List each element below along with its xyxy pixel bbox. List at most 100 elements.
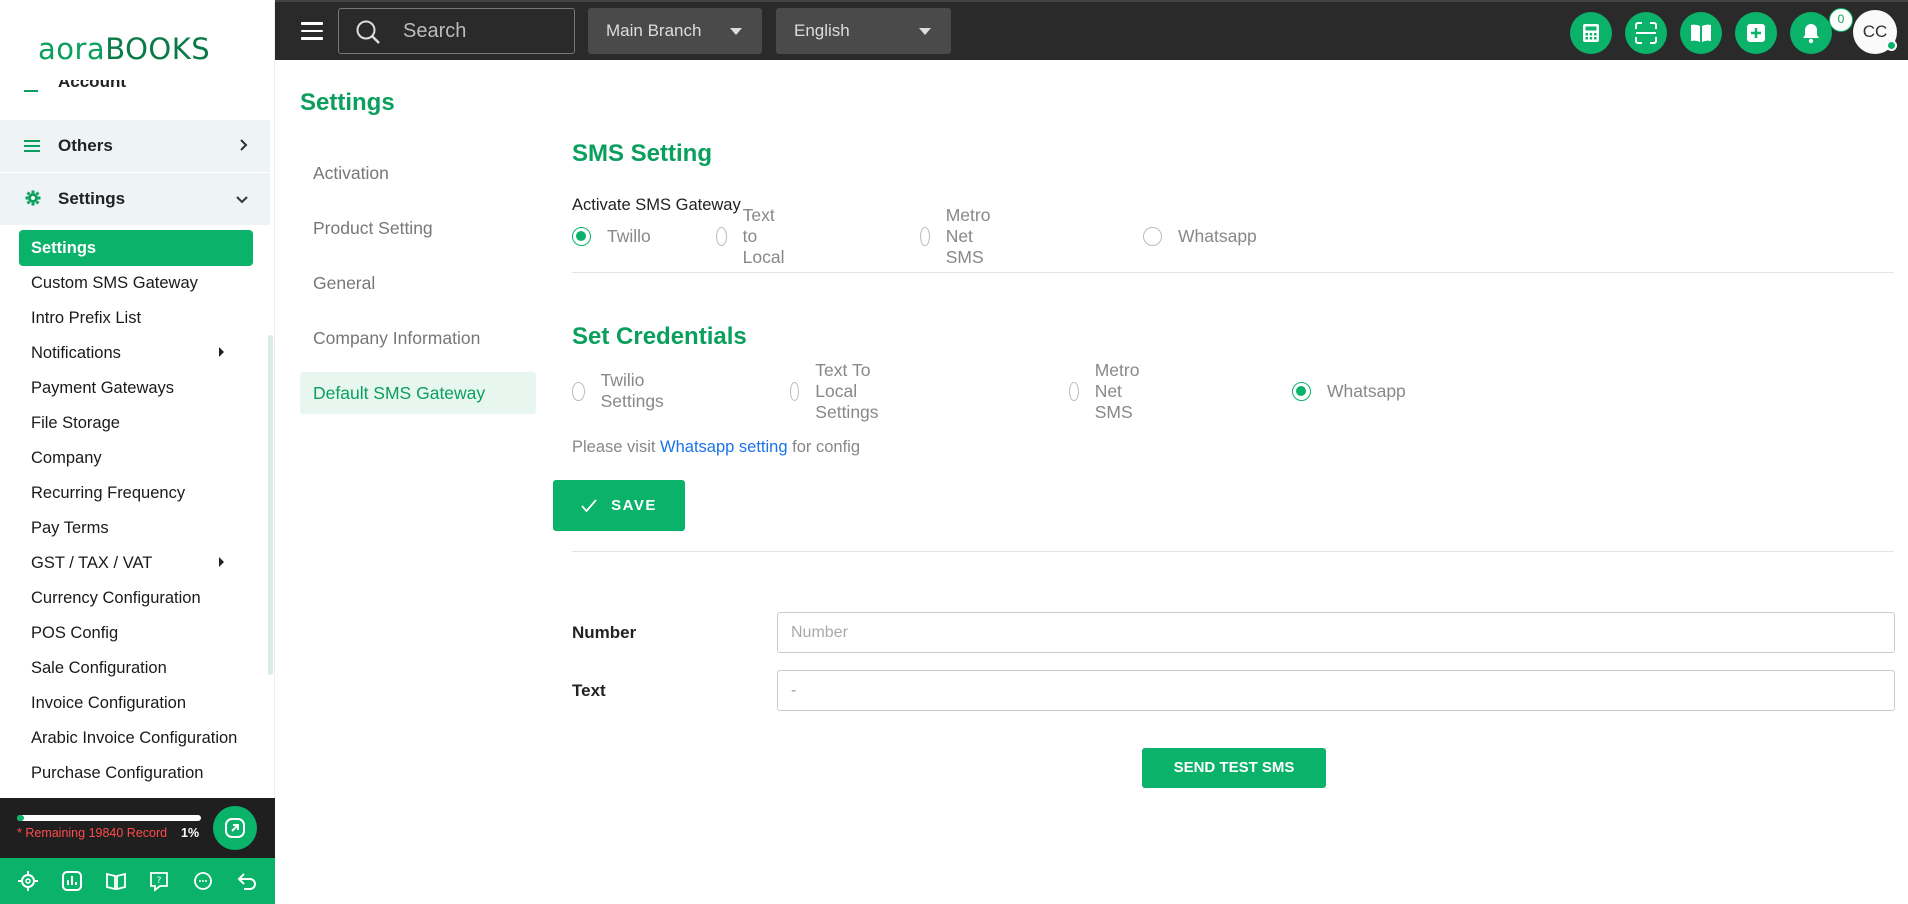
sidebar-item-label: Settings xyxy=(58,189,126,208)
submenu-item-settings[interactable]: Settings xyxy=(19,230,253,266)
sidebar-item-label: Others xyxy=(58,136,113,155)
search-box[interactable] xyxy=(338,8,575,54)
radio-label: Twillo xyxy=(607,225,651,246)
submenu-item-intro-prefix-list[interactable]: Intro Prefix List xyxy=(0,301,270,336)
gear-icon xyxy=(24,190,42,208)
sms-setting-title: SMS Setting xyxy=(572,140,713,167)
plus-square-icon[interactable] xyxy=(1735,12,1777,54)
sidebar: aora BOOKS Account Others Settings Settin… xyxy=(0,0,275,904)
chevron-right-icon xyxy=(218,546,226,581)
submenu-item-gst-tax-vat[interactable]: GST / TAX / VAT xyxy=(0,546,270,581)
section-divider xyxy=(572,551,1894,552)
svg-text:?: ? xyxy=(157,876,162,886)
settings-nav: Activation Product Setting General Compa… xyxy=(300,152,536,427)
radio-circle xyxy=(1143,226,1162,246)
upgrade-button[interactable] xyxy=(213,806,257,850)
logo-part-aora: aora xyxy=(38,32,106,66)
gateway-radio-whatsapp[interactable]: Whatsapp xyxy=(1143,226,1257,247)
set-credentials-title: Set Credentials xyxy=(572,323,747,350)
search-input[interactable] xyxy=(401,9,561,53)
menu-toggle-button[interactable] xyxy=(301,22,323,40)
send-test-sms-button[interactable]: SEND TEST SMS xyxy=(1142,748,1326,788)
chart-icon[interactable] xyxy=(58,867,86,895)
calculator-icon[interactable] xyxy=(1570,12,1612,54)
settings-tab-product-setting[interactable]: Product Setting xyxy=(300,207,536,249)
book-open-icon[interactable] xyxy=(1680,12,1722,54)
save-button[interactable]: SAVE xyxy=(553,480,685,531)
gateway-radio-metro-net-sms[interactable]: Metro Net SMS xyxy=(920,205,1000,268)
submenu-item-recurring-frequency[interactable]: Recurring Frequency xyxy=(0,476,270,511)
submenu-item-arabic-invoice-configuration[interactable]: Arabic Invoice Configuration xyxy=(0,721,270,756)
submenu-item-sale-configuration[interactable]: Sale Configuration xyxy=(0,651,270,686)
cred-radio-text-to-local-settings[interactable]: Text To Local Settings xyxy=(790,360,888,423)
logo-part-books: BOOKS xyxy=(105,32,211,66)
note-suffix: for config xyxy=(792,438,861,456)
submenu-item-file-storage[interactable]: File Storage xyxy=(0,406,270,441)
submenu-item-invoice-configuration[interactable]: Invoice Configuration xyxy=(0,686,270,721)
submenu-item-pos-config[interactable]: POS Config xyxy=(0,616,270,651)
gateway-radio-twillo[interactable]: Twillo xyxy=(572,226,651,247)
radio-circle xyxy=(1069,381,1079,401)
chat-icon[interactable] xyxy=(189,867,217,895)
language-select[interactable]: English xyxy=(776,8,951,54)
config-note: Please visit Whatsapp setting for config xyxy=(572,438,860,457)
usage-percent: 1% xyxy=(181,826,200,840)
bell-icon[interactable] xyxy=(1790,12,1832,54)
gear-icon[interactable] xyxy=(14,867,42,895)
settings-tab-default-sms-gateway[interactable]: Default SMS Gateway xyxy=(300,372,536,414)
online-status-dot xyxy=(1886,40,1897,51)
back-icon[interactable] xyxy=(233,867,261,895)
settings-tab-activation[interactable]: Activation xyxy=(300,152,536,194)
list-icon xyxy=(24,137,42,155)
cred-radio-whatsapp[interactable]: Whatsapp xyxy=(1292,381,1406,402)
whatsapp-setting-link[interactable]: Whatsapp setting xyxy=(660,438,788,456)
submenu-item-custom-sms-gateway[interactable]: Custom SMS Gateway xyxy=(0,266,270,301)
radio-label: Text to Local xyxy=(742,204,785,267)
record-progress-bar xyxy=(17,815,201,821)
caret-down-icon xyxy=(919,28,931,35)
sidebar-scrollbar[interactable] xyxy=(268,335,273,675)
gateway-radio-text-to-local[interactable]: Text to Local xyxy=(716,205,793,268)
search-icon xyxy=(356,20,380,44)
notification-badge: 0 xyxy=(1829,8,1853,32)
radio-label: Text To Local Settings xyxy=(815,359,879,422)
settings-tab-general[interactable]: General xyxy=(300,262,536,304)
settings-submenu: Settings Custom SMS Gateway Intro Prefix… xyxy=(0,230,270,791)
sidebar-item-account[interactable]: Account xyxy=(58,80,126,92)
settings-tab-company-information[interactable]: Company Information xyxy=(300,317,536,359)
radio-circle xyxy=(920,226,930,246)
avatar[interactable]: CC xyxy=(1853,10,1897,54)
number-label: Number xyxy=(572,623,637,642)
help-icon[interactable]: ? xyxy=(145,867,173,895)
language-select-value: English xyxy=(794,21,850,40)
sidebar-item-settings[interactable]: Settings xyxy=(0,173,270,225)
rocket-icon xyxy=(225,818,245,838)
record-progress-fill xyxy=(17,815,25,821)
branch-select[interactable]: Main Branch xyxy=(588,8,762,54)
submenu-item-notifications[interactable]: Notifications xyxy=(0,336,270,371)
section-divider xyxy=(572,272,1894,273)
submenu-item-payment-gateways[interactable]: Payment Gateways xyxy=(0,371,270,406)
save-button-label: SAVE xyxy=(611,497,657,514)
submenu-item-currency-configuration[interactable]: Currency Configuration xyxy=(0,581,270,616)
cred-radio-twilio-settings[interactable]: Twilio Settings xyxy=(572,370,670,412)
number-input[interactable] xyxy=(777,612,1895,653)
sidebar-bottom-toolbar: ? xyxy=(0,858,275,904)
sidebar-menu: Account Others Settings Settings Custom … xyxy=(0,80,270,798)
text-input[interactable] xyxy=(777,670,1895,711)
submenu-item-pay-terms[interactable]: Pay Terms xyxy=(0,511,270,546)
page-title: Settings xyxy=(300,89,395,116)
radio-label: Twilio Settings xyxy=(600,370,664,411)
radio-circle xyxy=(572,381,585,401)
scan-icon[interactable] xyxy=(1625,12,1667,54)
submenu-item-label: Notifications xyxy=(31,344,121,362)
submenu-item-purchase-configuration[interactable]: Purchase Configuration xyxy=(0,756,270,791)
sidebar-item-others[interactable]: Others xyxy=(0,120,270,172)
radio-label: Metro Net SMS xyxy=(945,204,991,267)
cred-radio-metro-net-sms[interactable]: Metro Net SMS xyxy=(1069,360,1149,423)
top-bar: Main Branch English 0 CC xyxy=(275,0,1908,60)
submenu-item-company[interactable]: Company xyxy=(0,441,270,476)
note-prefix: Please visit xyxy=(572,438,656,456)
app-logo[interactable]: aora BOOKS xyxy=(38,30,210,66)
book-icon[interactable] xyxy=(102,867,130,895)
